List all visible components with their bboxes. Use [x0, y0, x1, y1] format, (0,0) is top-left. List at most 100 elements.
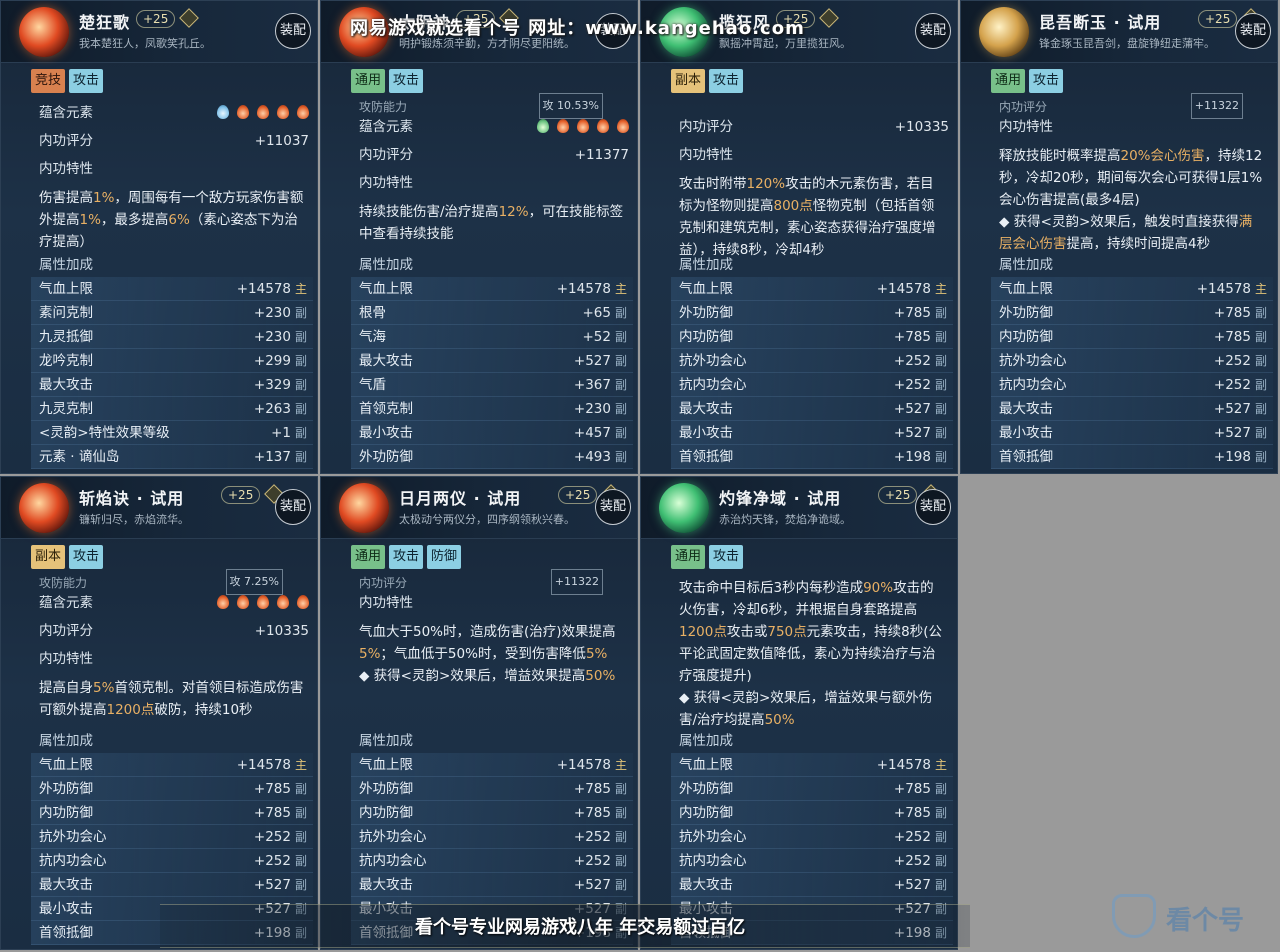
stat-type: 副: [935, 306, 948, 320]
stat-type: 主: [295, 758, 308, 772]
stat-type: 副: [1255, 306, 1268, 320]
highlight-value: 1%: [93, 190, 115, 206]
stat-row: 九灵克制 +263 副: [31, 397, 313, 421]
stat-value: +527: [573, 353, 611, 369]
stat-row: 抗外功会心 +252 副: [351, 825, 633, 849]
stat-row: 抗外功会心 +252 副: [31, 825, 313, 849]
stat-row: 气血上限 +14578 主: [351, 753, 633, 777]
equip-button[interactable]: 装配: [275, 489, 311, 525]
score-value: +10335: [894, 119, 949, 135]
stat-value: +252: [573, 829, 611, 845]
stat-value: +52: [582, 329, 612, 345]
stat-row: 抗外功会心 +252 副: [991, 349, 1273, 373]
equip-button[interactable]: 装配: [595, 489, 631, 525]
stat-name: 九灵克制: [39, 401, 93, 417]
stat-row: 气海 +52 副: [351, 325, 633, 349]
stat-row: 首领克制 +230 副: [351, 397, 633, 421]
stat-type: 副: [615, 402, 628, 416]
stat-row: 最大攻击 +527 副: [671, 397, 953, 421]
stat-name: 抗外功会心: [679, 353, 747, 369]
stat-name: 最大攻击: [39, 877, 93, 893]
stat-name: 龙吟克制: [39, 353, 93, 369]
stat-name: 气血上限: [359, 281, 413, 297]
stat-type: 主: [615, 758, 628, 772]
stat-row: 抗外功会心 +252 副: [671, 825, 953, 849]
stat-value: +198: [1213, 449, 1251, 465]
stat-name: 抗外功会心: [999, 353, 1067, 369]
trait-description: 提高自身5%首领克制。对首领目标造成伤害可额外提高1200点破防，持续10秒: [39, 677, 305, 721]
equip-button[interactable]: 装配: [915, 489, 951, 525]
stat-row: 最小攻击 +527 副: [991, 421, 1273, 445]
stat-row: 外功防御 +785 副: [351, 777, 633, 801]
card-content: 内功评分 +11322 内功特性 释放技能时概率提高20%会心伤害，持续12秒，冷却2…: [991, 93, 1273, 473]
attr-header-row: 属性加成: [671, 729, 953, 753]
tag-list: 副本 攻击: [671, 69, 744, 93]
score-label: 内功评分: [359, 147, 413, 163]
fire-element-icon: [217, 595, 229, 609]
stat-name: 九灵抵御: [39, 329, 93, 345]
fire-element-icon: [257, 105, 269, 119]
stat-name: 内功防御: [39, 805, 93, 821]
stat-type: 副: [295, 830, 308, 844]
skill-emblem-icon: [19, 7, 69, 57]
stat-name: 气血上限: [39, 281, 93, 297]
stat-type: 副: [615, 306, 628, 320]
stat-value: +230: [573, 401, 611, 417]
level-badge: +25: [878, 486, 918, 504]
stat-name: 外功防御: [999, 305, 1053, 321]
description-text: 释放技能时概率提高: [999, 148, 1121, 164]
stat-value: +65: [582, 305, 612, 321]
stat-name: 最大攻击: [679, 877, 733, 893]
stat-type: 副: [295, 378, 308, 392]
level-badge: +25: [558, 486, 598, 504]
water-element-icon: [217, 105, 229, 119]
stat-value: +785: [893, 329, 931, 345]
stat-row: 内功防御 +785 副: [671, 801, 953, 825]
element-row: 蕴含元素: [31, 591, 313, 615]
element-label: 蕴含元素: [359, 119, 413, 135]
stat-row: 气血上限 +14578 主: [991, 277, 1273, 301]
stat-name: 外功防御: [359, 781, 413, 797]
stat-name: 最大攻击: [39, 377, 93, 393]
highlight-value: 20%会心伤害: [1120, 148, 1205, 164]
stat-row: 抗内功会心 +252 副: [351, 849, 633, 873]
skill-title: 昆吾断玉 · 试用: [1039, 13, 1162, 32]
attr-label: 属性加成: [359, 733, 413, 749]
equip-button[interactable]: 装配: [275, 13, 311, 49]
stat-value: +785: [253, 805, 291, 821]
equip-button[interactable]: 装配: [915, 13, 951, 49]
stat-value: +785: [253, 781, 291, 797]
stat-row: 气血上限 +14578 主: [351, 277, 633, 301]
card-content: 蕴含元素 内功评分 +11037 内功特性 伤害提高1%，周围每有一个敌方玩家伤害额外提…: [31, 101, 313, 473]
stat-type: 副: [935, 878, 948, 892]
stat-type: 副: [935, 330, 948, 344]
attr-label: 属性加成: [679, 257, 733, 273]
element-list: [537, 119, 629, 133]
stat-type: 副: [1255, 330, 1268, 344]
stat-row: 根骨 +65 副: [351, 301, 633, 325]
stat-type: 副: [615, 830, 628, 844]
highlight-value: 120%: [746, 176, 786, 192]
stat-name: 气海: [359, 329, 386, 345]
stat-name: 元素 · 谪仙岛: [39, 449, 120, 465]
attr-label: 属性加成: [679, 733, 733, 749]
stat-row: 抗内功会心 +252 副: [671, 849, 953, 873]
attr-label: 属性加成: [39, 733, 93, 749]
description-text: 攻击或: [726, 624, 768, 640]
stat-value: +252: [1213, 377, 1251, 393]
stat-value: +785: [1213, 329, 1251, 345]
highlight-value: 12%: [498, 204, 529, 220]
element-row: 蕴含元素: [31, 101, 313, 125]
stat-name: 内功防御: [359, 805, 413, 821]
score-value: +11377: [574, 147, 629, 163]
stat-row: 内功防御 +785 副: [351, 801, 633, 825]
description-text: 提高，持续时间提高4秒: [1066, 236, 1211, 252]
equip-button[interactable]: 装配: [1235, 13, 1271, 49]
stat-row: 外功防御 +493 副: [351, 445, 633, 469]
stat-row: 气血上限 +14578 主: [31, 277, 313, 301]
stat-name: 抗内功会心: [999, 377, 1067, 393]
stat-type: 副: [615, 854, 628, 868]
stat-type: 主: [935, 758, 948, 772]
attr-header-row: 属性加成: [31, 253, 313, 277]
trait-label: 内功特性: [679, 147, 733, 163]
